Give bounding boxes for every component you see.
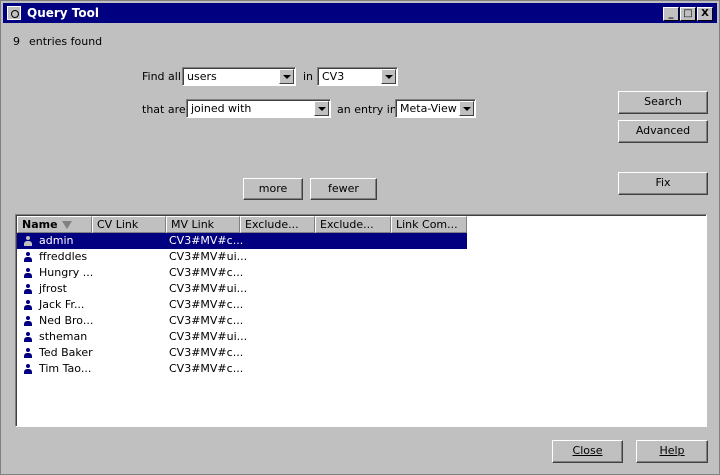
table-row[interactable]: ffreddles CV3#MV#ui... <box>17 249 467 265</box>
user-icon <box>23 364 33 375</box>
more-button[interactable]: more <box>243 178 303 200</box>
user-icon <box>23 316 33 327</box>
column-header-link-comment[interactable]: Link Com... <box>391 216 467 233</box>
help-button[interactable]: Help <box>636 440 708 463</box>
find-type-dropdown[interactable]: users <box>182 67 296 86</box>
column-header-exclude-1[interactable]: Exclude... <box>240 216 315 233</box>
mv-link-cell: CV3#MV#c... <box>169 314 244 327</box>
column-header-cv-link[interactable]: CV Link <box>92 216 166 233</box>
fewer-button[interactable]: fewer <box>310 178 377 200</box>
table-row[interactable]: Hungry ... CV3#MV#c... <box>17 265 467 281</box>
search-button[interactable]: Search <box>618 91 708 114</box>
advanced-button[interactable]: Advanced <box>618 120 708 143</box>
user-name-cell: Tim Tao... <box>39 362 92 375</box>
column-header-label: Name <box>22 218 58 231</box>
results-status-text: entries found <box>29 35 103 48</box>
table-row[interactable]: admin CV3#MV#c... <box>17 233 467 249</box>
sort-descending-icon <box>61 221 72 229</box>
user-name-cell: Hungry ... <box>39 266 94 279</box>
mv-link-cell: CV3#MV#c... <box>169 298 244 311</box>
mv-link-cell: CV3#MV#ui... <box>169 282 248 295</box>
column-header-mv-link[interactable]: MV Link <box>166 216 240 233</box>
relation-value: joined with <box>191 102 252 115</box>
help-button-label: Help <box>659 444 685 457</box>
close-button[interactable]: Close <box>552 440 623 463</box>
table-row[interactable]: Ned Bro... CV3#MV#c... <box>17 313 467 329</box>
user-name-cell: jfrost <box>39 282 67 295</box>
that-are-label: that are <box>142 103 186 116</box>
query-tool-window: Query Tool _ □ X 9 entries found Find al… <box>0 0 720 475</box>
chevron-down-icon[interactable] <box>314 101 329 116</box>
mv-link-cell: CV3#MV#c... <box>169 346 244 359</box>
table-row[interactable]: Ted Baker CV3#MV#c... <box>17 345 467 361</box>
user-icon <box>23 236 33 247</box>
maximize-button[interactable]: □ <box>680 7 696 21</box>
fix-button[interactable]: Fix <box>618 172 708 195</box>
user-icon <box>23 252 33 263</box>
entry-source-dropdown[interactable]: Meta-View <box>395 99 476 118</box>
user-name-cell: Ned Bro... <box>39 314 94 327</box>
user-name-cell: Jack Fr... <box>39 298 85 311</box>
table-row[interactable]: Jack Fr... CV3#MV#c... <box>17 297 467 313</box>
app-icon <box>7 6 21 20</box>
find-all-label: Find all <box>142 70 181 83</box>
user-icon <box>23 348 33 359</box>
in-source-value: CV3 <box>322 70 345 83</box>
user-name-cell: admin <box>39 234 74 247</box>
table-row[interactable]: jfrost CV3#MV#ui... <box>17 281 467 297</box>
minimize-button[interactable]: _ <box>663 7 679 21</box>
relation-dropdown[interactable]: joined with <box>186 99 331 118</box>
close-button-label: Close <box>572 444 603 457</box>
mv-link-cell: CV3#MV#c... <box>169 266 244 279</box>
user-icon <box>23 332 33 343</box>
chevron-down-icon[interactable] <box>381 69 396 84</box>
mv-link-cell: CV3#MV#ui... <box>169 330 248 343</box>
results-table[interactable]: Name CV Link MV Link Exclude... Exclude.… <box>15 214 707 427</box>
table-row[interactable]: Tim Tao... CV3#MV#c... <box>17 361 467 377</box>
column-header-name[interactable]: Name <box>17 216 92 233</box>
mv-link-cell: CV3#MV#c... <box>169 234 244 247</box>
user-name-cell: stheman <box>39 330 88 343</box>
user-icon <box>23 268 33 279</box>
chevron-down-icon[interactable] <box>459 101 474 116</box>
close-window-button[interactable]: X <box>697 7 713 21</box>
entry-source-value: Meta-View <box>400 102 457 115</box>
in-label: in <box>303 70 314 83</box>
mv-link-cell: CV3#MV#c... <box>169 362 244 375</box>
user-icon <box>23 284 33 295</box>
chevron-down-icon[interactable] <box>279 69 294 84</box>
title-bar[interactable]: Query Tool _ □ X <box>3 3 717 23</box>
column-header-exclude-2[interactable]: Exclude... <box>315 216 391 233</box>
mv-link-cell: CV3#MV#ui... <box>169 250 248 263</box>
find-type-value: users <box>187 70 217 83</box>
table-row[interactable]: stheman CV3#MV#ui... <box>17 329 467 345</box>
user-icon <box>23 300 33 311</box>
results-count: 9 <box>13 35 20 48</box>
user-name-cell: ffreddles <box>39 250 88 263</box>
entry-in-label: an entry in <box>337 103 397 116</box>
user-name-cell: Ted Baker <box>39 346 93 359</box>
window-title: Query Tool <box>27 6 99 20</box>
in-source-dropdown[interactable]: CV3 <box>317 67 398 86</box>
